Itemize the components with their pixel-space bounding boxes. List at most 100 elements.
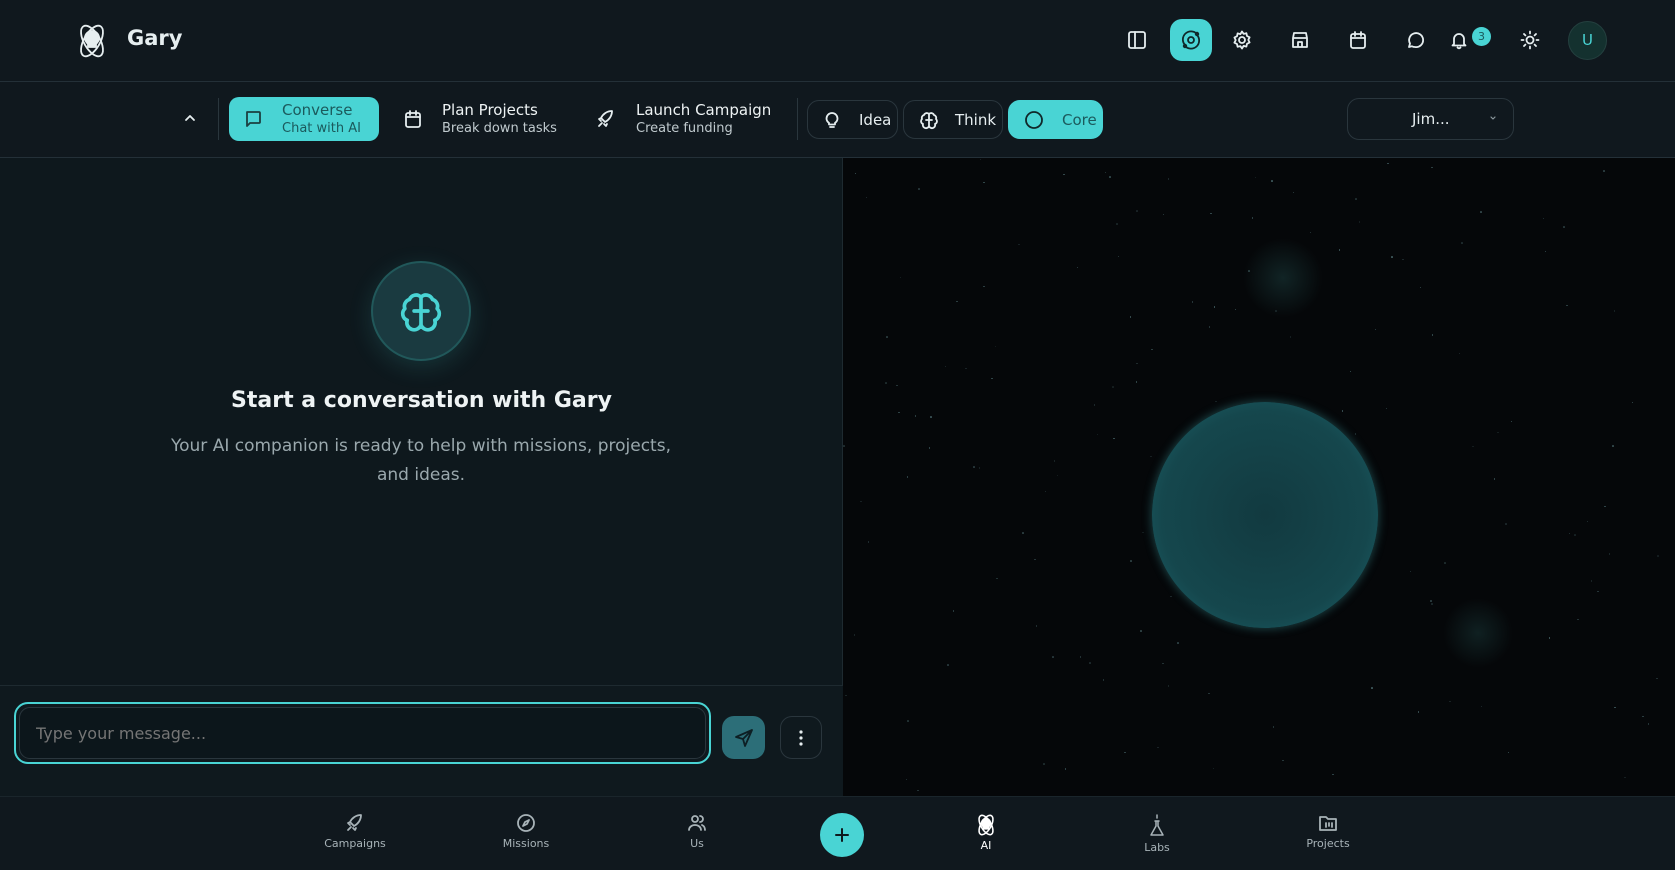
glow-particle [1443,598,1513,668]
star-particle [1113,437,1115,440]
nav-labs[interactable]: Labs [1107,813,1207,854]
star-particle [1507,751,1510,754]
settings-button[interactable] [1221,19,1263,61]
glow-particle [1243,238,1323,318]
star-particle [1282,759,1284,762]
star-particle [1208,692,1210,695]
pill-label: Think [955,110,997,129]
star-particle [1542,217,1545,220]
pill-idea[interactable]: Idea [807,100,898,139]
create-button[interactable] [820,813,864,857]
star-particle [1391,256,1393,258]
star-particle [1566,304,1568,307]
mode-launch-campaign[interactable]: Launch Campaign Create funding [586,97,786,141]
star-particle [1063,173,1065,176]
chat-bubble-icon [243,109,263,129]
collapse-toolbar-button[interactable] [180,108,200,128]
star-particle [1505,523,1507,525]
star-particle [1563,226,1565,228]
star-particle [1597,590,1599,592]
star-particle [973,466,975,468]
star-particle [1044,490,1047,493]
star-particle [1177,642,1179,644]
star-particle [1574,534,1576,536]
star-particle [1349,370,1352,373]
persona-select[interactable]: Jim... [1347,98,1514,140]
star-particle [1104,171,1107,174]
lightbulb-icon [823,111,841,129]
more-vertical-icon [798,729,804,747]
circle-icon [1024,110,1044,130]
star-particle [899,276,902,279]
star-particle [996,577,998,580]
calendar-button[interactable] [1337,19,1379,61]
nav-us[interactable]: Us [647,813,747,850]
star-particle [1461,242,1463,244]
star-particle [1064,768,1067,770]
star-particle [886,336,888,338]
star-particle [1035,625,1038,627]
star-particle [1614,706,1616,709]
sidebar-toggle-button[interactable] [1116,19,1158,61]
messages-button[interactable] [1394,19,1436,61]
nav-campaigns[interactable]: Campaigns [305,813,405,850]
store-button[interactable] [1279,19,1321,61]
star-particle [1419,286,1422,288]
star-particle [1431,166,1433,169]
nav-ai[interactable]: AI [936,813,1036,852]
star-particle [1402,258,1404,261]
pill-think[interactable]: Think [903,100,1003,139]
star-particle [843,445,845,447]
nav-label: Campaigns [324,837,386,850]
more-options-button[interactable] [780,716,822,759]
star-particle [1612,445,1614,447]
gary-logo-icon [974,813,998,837]
star-particle [1109,176,1111,178]
star-particle [914,415,917,417]
star-particle [1167,178,1170,180]
star-particle [1586,520,1589,523]
star-particle [1093,404,1096,406]
star-particle [1608,553,1611,555]
star-particle [1292,191,1295,194]
theme-toggle-button[interactable] [1509,19,1551,61]
star-particle [1076,266,1079,269]
star-particle [1215,400,1217,403]
star-particle [898,411,900,414]
flask-icon [1147,813,1167,837]
star-particle [1167,685,1170,687]
gary-logo-icon [73,22,111,60]
star-particle [1577,618,1579,621]
star-particle [1387,162,1389,165]
nav-label: Projects [1306,837,1350,850]
star-particle [1162,213,1165,216]
star-particle [1056,474,1059,477]
message-input[interactable] [19,707,706,759]
send-button[interactable] [722,716,765,759]
nav-label: Us [690,837,704,850]
star-particle [1140,630,1142,632]
mode-plan-projects[interactable]: Plan Projects Break down tasks [393,97,568,141]
star-particle [965,367,967,370]
star-particle [845,694,847,697]
star-particle [1254,176,1257,179]
pill-core[interactable]: Core [1008,100,1103,139]
nav-label: Labs [1144,841,1170,854]
mode-subtitle: Chat with AI [282,120,361,136]
star-particle [1089,662,1091,664]
user-avatar[interactable]: U [1568,21,1607,60]
star-particle [928,447,931,449]
star-particle [1130,560,1132,562]
orbit-ai-button[interactable] [1170,19,1212,61]
star-particle [1548,637,1551,639]
star-particle [1150,455,1152,458]
star-particle [1272,726,1275,728]
star-particle [1590,580,1593,582]
mode-converse[interactable]: Converse Chat with AI [229,97,379,141]
nav-missions[interactable]: Missions [476,813,576,850]
nav-projects[interactable]: Projects [1278,813,1378,850]
mode-toolbar: Converse Chat with AI Plan Projects Break … [0,82,1675,158]
star-particle [1162,662,1164,664]
star-particle [918,188,920,190]
star-particle [854,172,857,175]
